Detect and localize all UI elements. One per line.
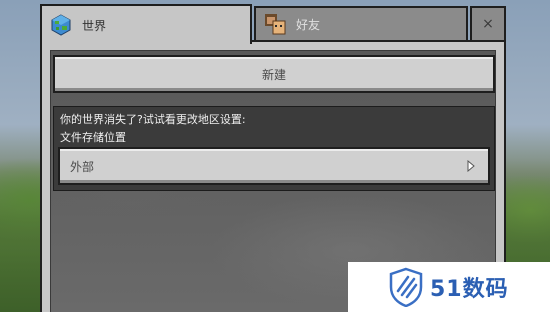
close-button[interactable]: ×: [470, 6, 506, 42]
storage-location-label: 文件存储位置: [60, 131, 126, 144]
missing-world-notice: 你的世界消失了?试试看更改地区设置:: [60, 113, 246, 126]
watermark-text: 51数码: [430, 277, 509, 302]
new-world-button[interactable]: 新建: [53, 55, 495, 93]
storage-location-button[interactable]: 外部: [58, 147, 490, 185]
globe-icon: [50, 14, 72, 36]
storage-location-value: 外部: [70, 159, 95, 174]
shield-logo-icon: [388, 267, 424, 308]
tab-friends-label: 好友: [296, 17, 321, 32]
close-icon: ×: [482, 16, 494, 32]
tab-world-label: 世界: [82, 18, 107, 33]
friends-icon: [264, 13, 286, 35]
tab-friends[interactable]: 好友: [254, 6, 468, 42]
watermark: 51数码: [348, 262, 550, 312]
tab-world[interactable]: 世界: [40, 4, 252, 44]
storage-notice-panel: 你的世界消失了?试试看更改地区设置: 文件存储位置 外部: [53, 106, 495, 191]
new-world-button-label: 新建: [261, 67, 286, 82]
chevron-right-icon: [466, 159, 476, 173]
